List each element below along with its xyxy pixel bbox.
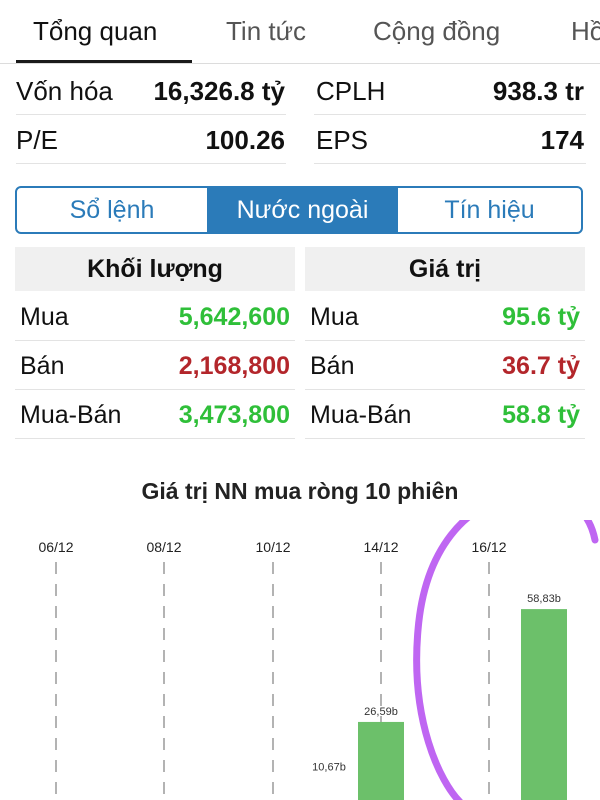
bar-value-label: 58,83b [527, 593, 561, 605]
buy-label: Mua [310, 303, 359, 331]
divider [16, 114, 286, 115]
tab-more[interactable]: Hồ [571, 16, 600, 47]
shares-outstanding-value: 938.3 tr [492, 76, 584, 106]
bar [521, 609, 567, 800]
chart-title: Giá trị NN mua ròng 10 phiên [141, 478, 459, 504]
segmented-control: Sổ lệnh Nước ngoài Tín hiệu [15, 186, 583, 234]
buy-value-value: 95.6 tỷ [502, 303, 580, 331]
market-cap-label: Vốn hóa [16, 76, 113, 106]
pe-label: P/E [16, 125, 58, 155]
divider [305, 340, 585, 341]
eps-value: 174 [540, 125, 584, 155]
sell-label: Bán [20, 352, 65, 380]
tab-news[interactable]: Tin tức [226, 16, 306, 47]
divider [15, 438, 295, 439]
sell-volume-value: 2,168,800 [178, 352, 290, 380]
bar-value-label: 10,67b [312, 762, 346, 774]
market-cap-value: 16,326.8 tỷ [153, 76, 285, 106]
divider [15, 340, 295, 341]
tab-divider [0, 63, 600, 64]
divider [305, 389, 585, 390]
buy-label: Mua [20, 303, 69, 331]
eps-label: EPS [316, 125, 369, 155]
divider [305, 438, 585, 439]
net-volume-value: 3,473,800 [178, 401, 290, 429]
x-tick-label: 16/12 [471, 539, 506, 555]
net-label: Mua-Bán [20, 401, 122, 429]
net-label: Mua-Bán [310, 401, 412, 429]
net-value-value: 58.8 tỷ [502, 401, 580, 429]
buy-volume-value: 5,642,600 [178, 303, 290, 331]
bar-value-label: 26,59b [364, 706, 398, 718]
tab-bar: Tổng quan Tin tức Cộng đồng Hồ [0, 0, 600, 64]
tab-community[interactable]: Cộng đồng [373, 16, 500, 47]
divider [314, 163, 586, 164]
net-buy-chart: 06/12 08/12 10/12 14/12 16/12 10,67b 26,59b 58,… [38, 520, 599, 800]
tab-overview[interactable]: Tổng quan [33, 16, 157, 47]
bar [358, 721, 404, 800]
segment-order-book[interactable]: Sổ lệnh [17, 188, 207, 232]
annotation-circle [413, 520, 599, 800]
x-tick-label: 10/12 [255, 539, 290, 555]
sell-value-value: 36.7 tỷ [502, 352, 580, 380]
x-tick-label: 06/12 [38, 539, 73, 555]
value-header: Giá trị [305, 247, 585, 291]
segment-signals[interactable]: Tín hiệu [398, 188, 581, 232]
divider [16, 163, 286, 164]
volume-header: Khối lượng [15, 247, 295, 291]
divider [15, 389, 295, 390]
shares-outstanding-label: CPLH [316, 76, 386, 106]
pe-value: 100.26 [205, 125, 285, 155]
sell-label: Bán [310, 352, 355, 380]
segment-foreign[interactable]: Nước ngoài [208, 188, 397, 232]
x-tick-label: 08/12 [146, 539, 181, 555]
divider [314, 114, 586, 115]
x-tick-label: 14/12 [363, 539, 398, 555]
